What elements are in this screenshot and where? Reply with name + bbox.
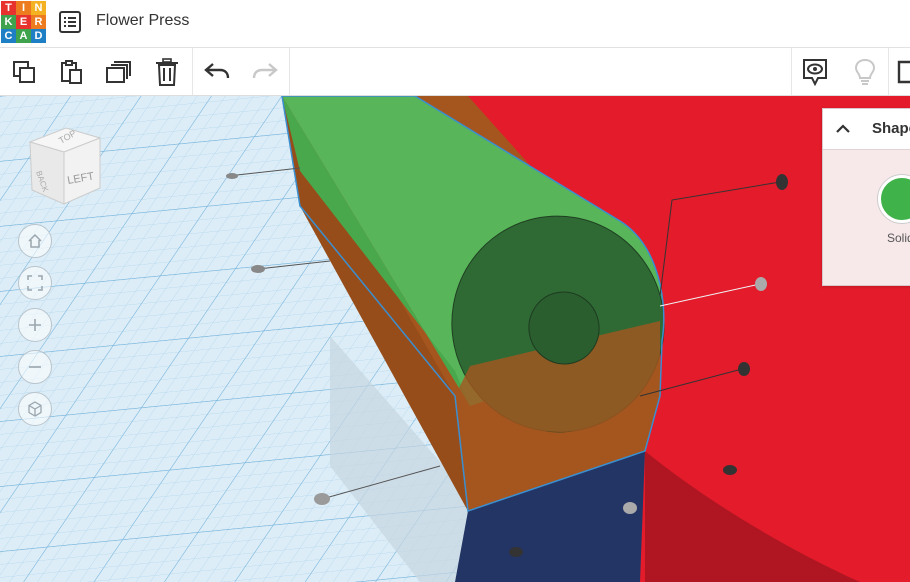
undo-button[interactable] [202, 57, 232, 87]
resize-handle[interactable] [623, 502, 637, 514]
home-view-button[interactable] [18, 224, 52, 258]
logo-letter: N [31, 1, 46, 15]
copy-icon [13, 61, 35, 83]
logo-letter: E [16, 15, 31, 29]
design-list-icon[interactable] [59, 11, 81, 33]
solid-color-swatch[interactable] [878, 175, 910, 223]
redo-button[interactable] [250, 57, 280, 87]
home-view-icon [28, 233, 42, 248]
duplicate-icon [106, 61, 131, 83]
top-bar: TIN KER CAD Flower Press [0, 0, 910, 48]
duplicate-button[interactable] [104, 57, 134, 87]
chevron-up-icon[interactable] [835, 121, 851, 137]
solid-label: Solid [887, 231, 910, 245]
logo-letter: D [31, 29, 46, 43]
zoom-in-button[interactable] [18, 308, 52, 342]
resize-handle[interactable] [755, 277, 767, 291]
scene-canvas[interactable] [0, 96, 910, 582]
redo-icon [252, 63, 278, 79]
resize-handle[interactable] [723, 465, 737, 475]
zoom-out-icon [29, 366, 41, 368]
zoom-in-icon [29, 319, 41, 331]
workplane-viewport[interactable]: TOP BACK LEFT [0, 96, 910, 582]
logo-letter: R [31, 15, 46, 29]
tinkercad-logo[interactable]: TIN KER CAD [1, 1, 46, 45]
zoom-out-button[interactable] [18, 350, 52, 384]
resize-handle[interactable] [314, 493, 330, 505]
logo-letter: I [16, 1, 31, 15]
toolbar-divider [791, 48, 792, 95]
resize-handle[interactable] [226, 173, 238, 179]
delete-icon [156, 58, 178, 86]
copy-button[interactable] [9, 57, 39, 87]
fit-all-button[interactable] [18, 266, 52, 300]
perspective-button[interactable] [18, 392, 52, 426]
inspector-header[interactable]: Shape [823, 109, 910, 150]
view-panel-button[interactable] [896, 57, 910, 87]
resize-handle[interactable] [738, 362, 750, 376]
logo-letter: T [1, 1, 16, 15]
fit-all-icon [27, 275, 43, 291]
logo-letter: C [1, 29, 16, 43]
shape-inspector-panel: Shape Solid [822, 108, 910, 286]
logo-letter: K [1, 15, 16, 29]
notes-button[interactable] [800, 57, 830, 87]
notes-icon [803, 59, 827, 86]
toolbar-divider [192, 48, 193, 95]
project-title[interactable]: Flower Press [96, 11, 189, 31]
logo-letter: A [16, 29, 31, 43]
resize-handle[interactable] [776, 174, 788, 190]
view-cube[interactable]: TOP BACK LEFT [24, 124, 108, 208]
perspective-icon [28, 401, 42, 417]
edit-toolbar [0, 48, 910, 96]
resize-handle[interactable] [509, 547, 523, 557]
paste-button[interactable] [56, 57, 86, 87]
undo-icon [204, 63, 230, 79]
paste-icon [61, 60, 82, 84]
delete-button[interactable] [152, 57, 182, 87]
toolbar-divider [888, 48, 889, 95]
panel-icon [897, 60, 910, 84]
resize-handle[interactable] [251, 265, 265, 273]
inspector-title: Shape [872, 120, 910, 137]
hint-button[interactable] [850, 57, 880, 87]
lightbulb-icon [854, 58, 876, 85]
toolbar-divider [289, 48, 290, 95]
